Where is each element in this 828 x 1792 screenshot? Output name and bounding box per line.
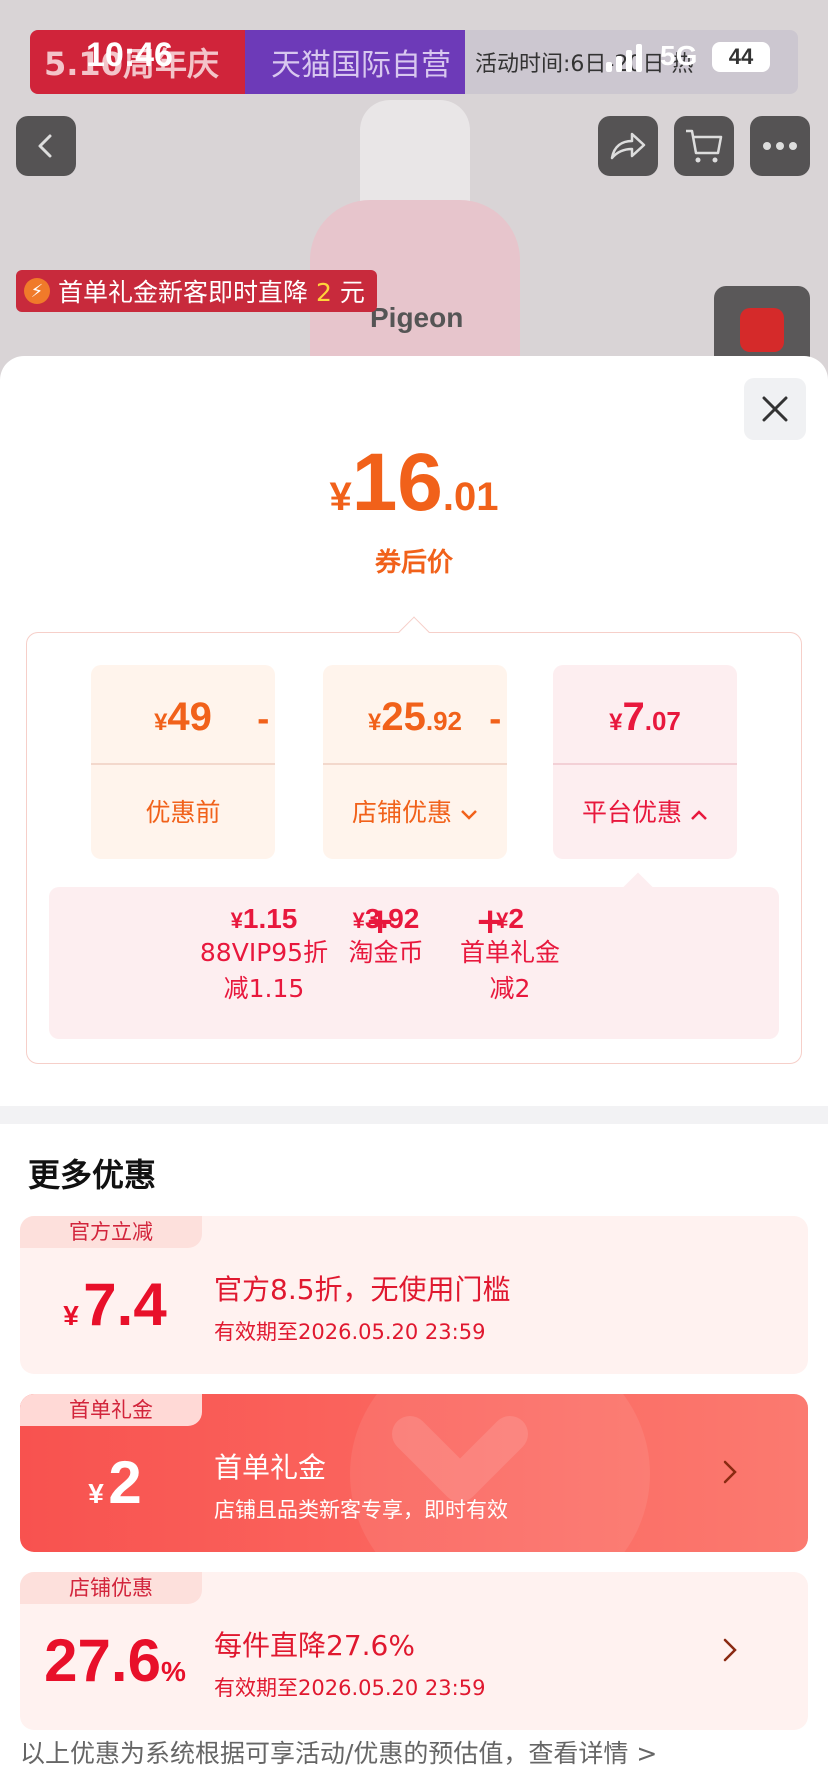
promo-tag-amount: 2: [316, 278, 332, 307]
chevron-right-icon[interactable]: [710, 1452, 750, 1492]
cart-icon: [686, 129, 723, 163]
battery-icon: 44: [712, 42, 770, 72]
promo-tag-text: 首单礼金新客即时直降: [58, 278, 309, 307]
coupon-store-discount[interactable]: 店铺优惠 27.6% 每件直降27.6% 有效期至2026.05.20 23:5…: [20, 1572, 808, 1730]
coupon-desc: 有效期至2026.05.20 23:59: [214, 1320, 486, 1344]
price-detail-sheet: ¥16.01 券后价 ¥49 优惠前 - ¥25.92 店铺优惠 - ¥7.07…: [0, 356, 828, 1792]
more-offers-title: 更多优惠: [28, 1156, 157, 1194]
chevron-down-icon: [461, 810, 477, 820]
coupon-official-discount[interactable]: 官方立减 ¥ 7.4 官方8.5折，无使用门槛 有效期至2026.05.20 2…: [20, 1216, 808, 1374]
platform-discount-details: ¥1.15 88VIP95折 减1.15 + ¥3.92 淘金币 + ¥2 首单…: [49, 887, 779, 1039]
minus-sign: -: [489, 703, 502, 738]
discount-item-first-order: ¥2 首单礼金 减2: [459, 903, 560, 1003]
final-price-decimal: .01: [442, 475, 499, 519]
platform-discount-box[interactable]: ¥7.07 平台优惠: [553, 665, 737, 859]
coupon-tag: 首单礼金: [20, 1394, 202, 1426]
original-price-label: 优惠前: [145, 798, 221, 827]
network-type: 5G: [660, 40, 698, 71]
status-bar: 10:46 5G 44: [0, 30, 828, 84]
cart-button[interactable]: [674, 116, 734, 176]
chevron-up-icon: [691, 810, 707, 820]
section-divider: [0, 1106, 828, 1124]
final-price-integer: 16: [351, 437, 443, 528]
more-button[interactable]: [750, 116, 810, 176]
coupon-amount: ¥ 2: [88, 1449, 142, 1516]
final-price: ¥16.01: [329, 437, 499, 528]
product-page-background: Pigeon 5.10周年庆 天猫国际自营 活动时间:6日-20日 热 10:4…: [0, 0, 828, 400]
more-icon: [763, 142, 797, 150]
first-order-promo-tag[interactable]: ⚡ 首单礼金新客即时直降 2 元: [16, 270, 377, 312]
coupon-title: 每件直降27.6%: [214, 1629, 415, 1662]
coupon-desc: 有效期至2026.05.20 23:59: [214, 1676, 486, 1700]
coupon-amount: ¥ 7.4: [63, 1271, 167, 1338]
original-price-box: ¥49 优惠前: [91, 665, 275, 859]
price-breakdown: ¥49 优惠前 - ¥25.92 店铺优惠 - ¥7.07 平台优惠 ¥1.15…: [26, 616, 802, 1064]
product-image: Pigeon: [300, 90, 530, 400]
status-time: 10:46: [86, 36, 173, 74]
coupon-desc: 店铺且品类新客专享，即时有效: [214, 1498, 508, 1522]
coupon-title: 官方8.5折，无使用门槛: [214, 1273, 511, 1306]
share-button[interactable]: [598, 116, 658, 176]
bolt-icon: ⚡: [24, 278, 50, 304]
product-brand: Pigeon: [370, 302, 464, 333]
chevron-right-icon[interactable]: [710, 1630, 750, 1670]
promo-tag-unit: 元: [339, 278, 365, 307]
coupon-amount: 27.6%: [44, 1627, 186, 1694]
final-price-label: 券后价: [374, 548, 453, 578]
close-button[interactable]: [744, 378, 806, 440]
coupon-tag: 店铺优惠: [20, 1572, 202, 1604]
signal-icon: [606, 44, 642, 72]
back-button[interactable]: [16, 116, 76, 176]
close-icon: [762, 396, 788, 422]
back-icon: [38, 134, 52, 158]
platform-discount-label: 平台优惠: [582, 798, 683, 827]
share-icon: [610, 132, 646, 160]
coupon-title: 首单礼金: [214, 1451, 327, 1484]
store-discount-label: 店铺优惠: [352, 798, 453, 827]
coupon-tag: 官方立减: [20, 1216, 202, 1248]
view-details-link[interactable]: 以上优惠为系统根据可享活动/优惠的预估值，查看详情 >: [20, 1734, 657, 1770]
minus-sign: -: [257, 703, 270, 738]
store-discount-box[interactable]: ¥25.92 店铺优惠: [323, 665, 507, 859]
coupon-first-order-gift[interactable]: 首单礼金 ¥ 2 首单礼金 店铺且品类新客专享，即时有效: [20, 1394, 808, 1552]
